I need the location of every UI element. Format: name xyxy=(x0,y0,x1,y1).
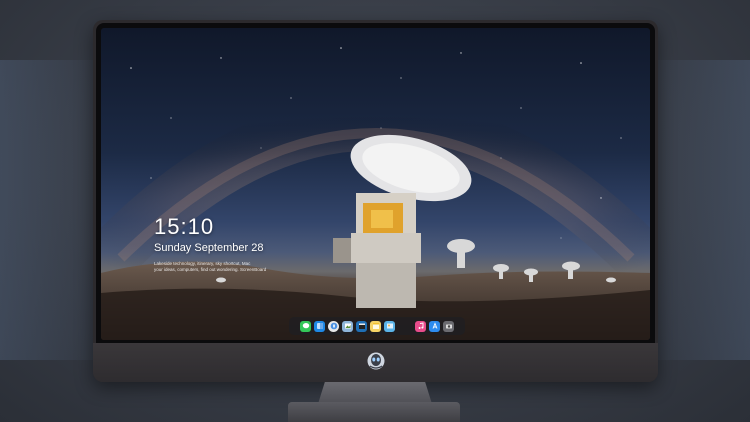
clock-date: Sunday September 28 xyxy=(154,242,264,254)
clock-time: 15:10 xyxy=(154,214,215,239)
notes-icon[interactable] xyxy=(370,320,381,332)
wallpaper xyxy=(101,47,650,340)
messages-icon[interactable] xyxy=(300,320,311,332)
dock xyxy=(289,317,465,335)
alien-logo-icon xyxy=(367,352,385,370)
monitor-stand-base xyxy=(288,402,460,422)
music-icon[interactable] xyxy=(415,320,426,332)
monitor-stand-neck xyxy=(318,382,432,404)
appstore-icon[interactable] xyxy=(429,320,440,332)
camera-icon[interactable] xyxy=(443,320,454,332)
notice-line-2: your ideas, computers, find out wonderin… xyxy=(154,267,267,272)
imac-monitor: 15:10 Sunday September 28 Lakeside techn… xyxy=(93,20,658,382)
monitor-chin xyxy=(93,343,658,382)
preview-icon[interactable] xyxy=(342,320,353,332)
finder-icon[interactable] xyxy=(314,320,325,332)
photos-icon[interactable] xyxy=(384,320,395,332)
lockscreen-notice: Lakeside technology, itinerary, sky shor… xyxy=(154,261,274,273)
lock-screen[interactable]: 15:10 Sunday September 28 Lakeside techn… xyxy=(101,28,650,340)
screen-bezel: 15:10 Sunday September 28 Lakeside techn… xyxy=(96,23,655,343)
safari-icon[interactable] xyxy=(328,320,339,332)
clapper-icon[interactable] xyxy=(356,320,367,332)
